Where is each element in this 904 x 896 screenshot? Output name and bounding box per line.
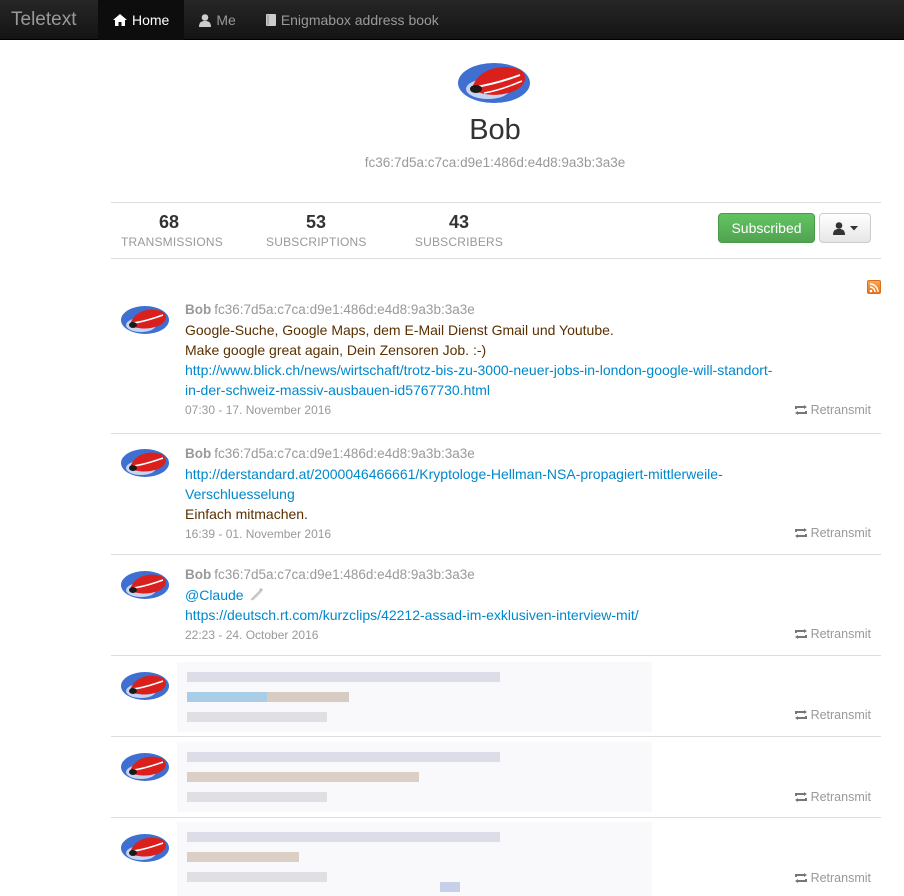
- retransmit-label: Retransmit: [810, 708, 871, 722]
- post-author[interactable]: Bob: [185, 567, 211, 582]
- post-text: Google-Suche, Google Maps, dem E-Mail Di…: [185, 322, 614, 338]
- post-link[interactable]: https://deutsch.rt.com/kurzclips/42212-a…: [185, 605, 825, 625]
- post-item: Bob fc36:7d5a:c7ca:d9e1:486d:e4d8:9a3b:3a…: [111, 555, 881, 656]
- retransmit-button[interactable]: Retransmit: [794, 526, 871, 540]
- post-avatar[interactable]: [121, 569, 169, 599]
- profile-avatar: [458, 63, 530, 103]
- post-timestamp: 07:30 - 17. November 2016: [185, 403, 332, 417]
- stat-value: 43: [448, 212, 470, 232]
- stat-value: 53: [305, 212, 327, 232]
- user-actions-dropdown[interactable]: [819, 213, 871, 243]
- comet-icon: [250, 588, 264, 601]
- post-author[interactable]: Bob: [185, 302, 211, 317]
- retransmit-icon: [794, 405, 807, 415]
- stats-bar: 68 TRANSMISSIONS 53 SUBSCRIPTIONS 43 SUB…: [111, 202, 881, 259]
- retransmit-button[interactable]: Retransmit: [794, 790, 871, 804]
- book-icon: [265, 14, 276, 26]
- retransmit-label: Retransmit: [810, 790, 871, 804]
- home-icon: [113, 14, 127, 26]
- stat-subscribers[interactable]: 43 SUBSCRIBERS: [414, 212, 504, 249]
- retransmit-icon: [794, 629, 807, 639]
- blurred-content: [177, 742, 652, 812]
- post-item: Bob fc36:7d5a:c7ca:d9e1:486d:e4d8:9a3b:3a…: [111, 296, 881, 434]
- profile-name: Bob: [469, 114, 521, 146]
- blurred-content: [177, 662, 652, 732]
- stat-subscriptions[interactable]: 53 SUBSCRIPTIONS: [266, 212, 366, 249]
- nav-item-label: Enigmabox address book: [280, 12, 439, 28]
- retransmit-label: Retransmit: [810, 403, 871, 417]
- retransmit-icon: [794, 873, 807, 883]
- nav-item-label: Home: [132, 12, 170, 28]
- post-link[interactable]: http://derstandard.at/2000046466661/Kryp…: [185, 464, 825, 484]
- post-link[interactable]: Verschluesselung: [185, 484, 825, 504]
- retransmit-button[interactable]: Retransmit: [794, 403, 871, 417]
- post-timestamp: 16:39 - 01. November 2016: [185, 527, 332, 541]
- post-avatar[interactable]: [121, 751, 169, 781]
- post-address: fc36:7d5a:c7ca:d9e1:486d:e4d8:9a3b:3a3e: [214, 446, 475, 461]
- post-mention[interactable]: @Claude: [185, 587, 244, 603]
- nav-item-me[interactable]: Me: [184, 0, 250, 40]
- retransmit-icon: [794, 528, 807, 538]
- retransmit-button[interactable]: Retransmit: [794, 627, 871, 641]
- nav-item-home[interactable]: Home: [98, 0, 185, 40]
- user-icon: [199, 13, 212, 27]
- stat-transmissions[interactable]: 68 TRANSMISSIONS: [121, 212, 223, 249]
- retransmit-label: Retransmit: [810, 627, 871, 641]
- subscribed-button[interactable]: Subscribed: [718, 213, 815, 243]
- profile-address: fc36:7d5a:c7ca:d9e1:486d:e4d8:9a3b:3a3e: [364, 155, 626, 170]
- post-avatar[interactable]: [121, 447, 169, 477]
- retransmit-button[interactable]: Retransmit: [794, 708, 871, 722]
- stat-value: 68: [158, 212, 180, 232]
- post-timestamp: 22:23 - 24. October 2016: [185, 628, 319, 642]
- stat-label: SUBSCRIBERS: [414, 235, 504, 249]
- caret-down-icon: [849, 225, 858, 230]
- post-text: Einfach mitmachen.: [185, 506, 308, 522]
- post-address: fc36:7d5a:c7ca:d9e1:486d:e4d8:9a3b:3a3e: [214, 567, 475, 582]
- blurred-content: [177, 822, 652, 896]
- post-avatar[interactable]: [121, 304, 169, 334]
- stat-label: SUBSCRIPTIONS: [266, 235, 367, 249]
- nav-item-label: Me: [216, 12, 236, 28]
- rss-feed-icon[interactable]: [867, 280, 881, 294]
- post-link[interactable]: in-der-schweiz-massiv-ausbauen-id5767730…: [185, 380, 825, 400]
- post-link[interactable]: http://www.blick.ch/news/wirtschaft/trot…: [185, 360, 825, 380]
- retransmit-icon: [794, 792, 807, 802]
- user-icon: [832, 221, 845, 235]
- post-text: Make google great again, Dein Zensoren J…: [185, 342, 487, 358]
- retransmit-label: Retransmit: [810, 526, 871, 540]
- brand[interactable]: Teletext: [11, 9, 76, 31]
- post-avatar[interactable]: [121, 832, 169, 862]
- post-author[interactable]: Bob: [185, 446, 211, 461]
- navbar: Teletext Home Me Enigmabox address book: [0, 0, 904, 40]
- retransmit-label: Retransmit: [810, 871, 871, 885]
- nav-item-address-book[interactable]: Enigmabox address book: [251, 0, 454, 40]
- post-avatar[interactable]: [121, 670, 169, 700]
- retransmit-icon: [794, 710, 807, 720]
- nav-menu: Home Me Enigmabox address book: [98, 0, 454, 40]
- post-address: fc36:7d5a:c7ca:d9e1:486d:e4d8:9a3b:3a3e: [214, 302, 475, 317]
- stat-label: TRANSMISSIONS: [121, 235, 223, 249]
- retransmit-button[interactable]: Retransmit: [794, 871, 871, 885]
- post-item: Bob fc36:7d5a:c7ca:d9e1:486d:e4d8:9a3b:3a…: [111, 434, 881, 555]
